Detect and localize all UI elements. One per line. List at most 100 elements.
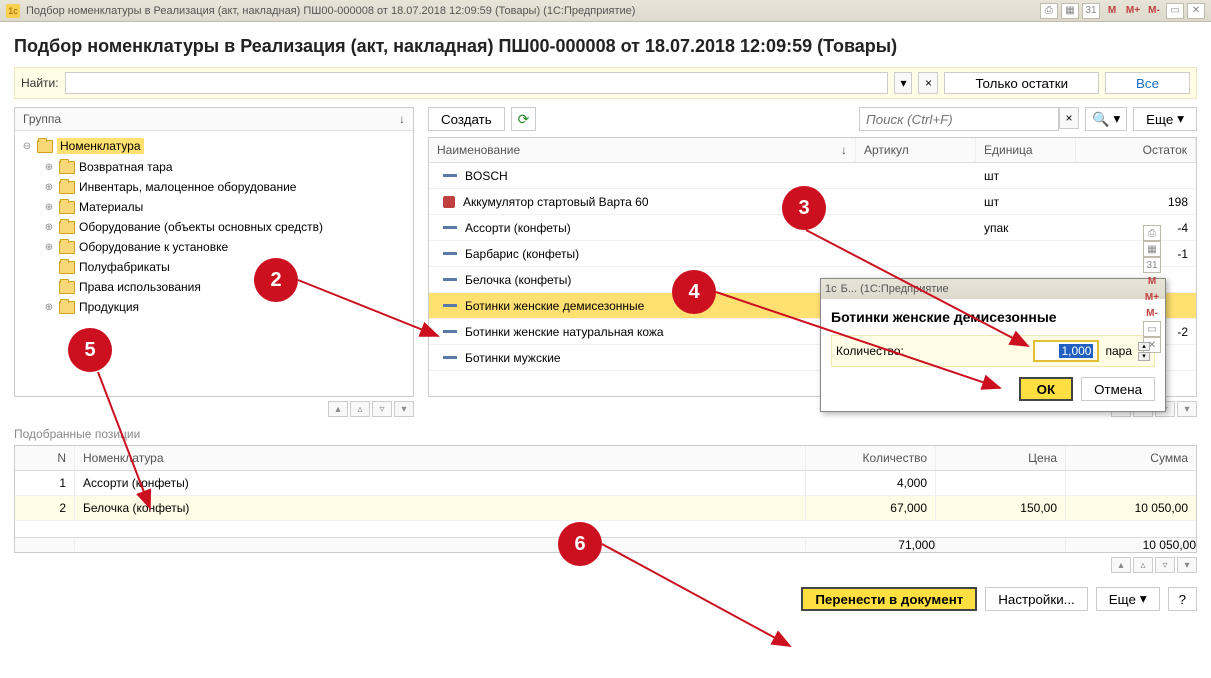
callout-badge: 4 (672, 270, 716, 314)
calendar-icon[interactable]: 31 (1082, 3, 1100, 19)
settings-button[interactable]: Настройки... (985, 587, 1087, 611)
qty-input[interactable]: 1,000 (1033, 340, 1099, 362)
col-stock[interactable]: Остаток (1076, 138, 1196, 162)
total-sum: 10 050,00 (1066, 538, 1196, 552)
page-first-icon[interactable]: ▴ (1111, 557, 1131, 573)
callout-badge: 2 (254, 258, 298, 302)
grid-icon[interactable]: ▦ (1143, 241, 1161, 257)
spin-down-icon[interactable]: ▾ (1138, 352, 1150, 361)
page-last-icon[interactable]: ▾ (1177, 557, 1197, 573)
item-icon (443, 330, 457, 333)
item-icon (443, 174, 457, 177)
tree-node[interactable]: ⊕Материалы (15, 197, 413, 217)
page-title: Подбор номенклатуры в Реализация (акт, н… (14, 36, 1197, 57)
page-first-icon[interactable]: ▴ (328, 401, 348, 417)
folder-icon (59, 261, 75, 274)
print-icon[interactable]: ⎙ (1143, 225, 1161, 241)
help-button[interactable]: ? (1168, 587, 1197, 611)
selected-title: Подобранные позиции (14, 427, 1197, 441)
grid-icon[interactable]: ▦ (1061, 3, 1079, 19)
folder-icon (37, 140, 53, 153)
col-name[interactable]: Наименование↓ (429, 138, 856, 162)
folder-icon (59, 281, 75, 294)
more-button[interactable]: Еще ▾ (1096, 587, 1160, 611)
minimize-icon[interactable]: ▭ (1166, 3, 1184, 19)
search-icon: 🔍 (1092, 111, 1109, 128)
callout-badge: 5 (68, 328, 112, 372)
cancel-button[interactable]: Отмена (1081, 377, 1155, 401)
qty-label: Количество: (836, 344, 904, 358)
search-clear-icon[interactable]: × (1059, 107, 1079, 129)
folder-icon (59, 181, 75, 194)
grid-row[interactable]: Барбарис (конфеты)-1 (429, 241, 1196, 267)
app-icon: 1c (6, 4, 20, 18)
item-icon (443, 226, 457, 229)
group-header[interactable]: Группа ↓ (15, 108, 413, 131)
item-icon (443, 196, 455, 208)
sort-icon[interactable]: ↓ (841, 143, 847, 157)
col-n[interactable]: N (15, 446, 75, 470)
callout-badge: 3 (782, 186, 826, 230)
popup-item-name: Ботинки женские демисезонные (831, 309, 1155, 325)
folder-icon (59, 241, 75, 254)
col-price[interactable]: Цена (936, 446, 1066, 470)
print-icon[interactable]: ⎙ (1040, 3, 1058, 19)
find-button[interactable]: 🔍▾ (1085, 107, 1127, 131)
tree-node[interactable]: ⊕Инвентарь, малоценное оборудование (15, 177, 413, 197)
folder-icon (59, 221, 75, 234)
tree-node[interactable]: Полуфабрикаты (15, 257, 413, 277)
transfer-button[interactable]: Перенести в документ (801, 587, 977, 611)
tree-node[interactable]: Права использования (15, 277, 413, 297)
minimize-icon[interactable]: ▭ (1143, 321, 1161, 337)
page-down-icon[interactable]: ▿ (1155, 557, 1175, 573)
spin-up-icon[interactable]: ▴ (1138, 342, 1150, 351)
page-last-icon[interactable]: ▾ (394, 401, 414, 417)
search-input[interactable] (859, 107, 1059, 131)
col-sum[interactable]: Сумма (1066, 446, 1196, 470)
find-clear-icon[interactable]: × (918, 72, 938, 94)
col-qty[interactable]: Количество (806, 446, 936, 470)
ok-button[interactable]: ОК (1019, 377, 1074, 401)
refresh-icon: ⟳ (518, 111, 530, 128)
folder-icon (59, 161, 75, 174)
page-down-icon[interactable]: ▿ (372, 401, 392, 417)
calendar-icon[interactable]: 31 (1143, 257, 1161, 273)
page-last-icon[interactable]: ▾ (1177, 401, 1197, 417)
find-dropdown-icon[interactable]: ▾ (894, 72, 912, 94)
tree-node[interactable]: ⊕Оборудование к установке (15, 237, 413, 257)
page-up-icon[interactable]: ▵ (1133, 557, 1153, 573)
m-button[interactable]: M (1143, 273, 1161, 289)
col-unit[interactable]: Единица (976, 138, 1076, 162)
refresh-button[interactable]: ⟳ (511, 107, 537, 131)
close-icon[interactable]: ✕ (1187, 3, 1205, 19)
window-title: Подбор номенклатуры в Реализация (акт, н… (26, 5, 1040, 17)
m-plus-button[interactable]: M+ (1124, 3, 1142, 19)
tree-node[interactable]: ⊕Продукция (15, 297, 413, 317)
find-bar: Найти: ▾ × Только остатки Все (14, 67, 1197, 99)
col-name[interactable]: Номенклатура (75, 446, 806, 470)
folder-icon (59, 201, 75, 214)
more-button[interactable]: Еще ▾ (1133, 107, 1197, 131)
selected-grid: N Номенклатура Количество Цена Сумма 1Ас… (14, 445, 1197, 553)
tree-node[interactable]: ⊕Оборудование (объекты основных средств) (15, 217, 413, 237)
col-article[interactable]: Артикул (856, 138, 976, 162)
selected-row[interactable]: 1Ассорти (конфеты)4,000 (15, 471, 1196, 496)
m-minus-button[interactable]: M- (1145, 3, 1163, 19)
m-plus-button[interactable]: M+ (1143, 289, 1161, 305)
create-button[interactable]: Создать (428, 107, 505, 131)
tree-node[interactable]: ⊖Номенклатура (15, 135, 413, 157)
only-stock-button[interactable]: Только остатки (944, 72, 1099, 94)
find-input[interactable] (65, 72, 889, 94)
m-minus-button[interactable]: M- (1143, 305, 1161, 321)
sort-icon[interactable]: ↓ (399, 112, 405, 126)
m-button[interactable]: M (1103, 3, 1121, 19)
item-icon (443, 304, 457, 307)
all-button[interactable]: Все (1105, 72, 1190, 94)
page-up-icon[interactable]: ▵ (350, 401, 370, 417)
selected-row[interactable]: 2Белочка (конфеты)67,000150,0010 050,00 (15, 496, 1196, 521)
tree-node[interactable]: ⊕Возвратная тара (15, 157, 413, 177)
grid-row[interactable]: BOSCHшт (429, 163, 1196, 189)
unit-label: пара (1105, 344, 1132, 358)
callout-badge: 6 (558, 522, 602, 566)
find-label: Найти: (21, 76, 59, 90)
